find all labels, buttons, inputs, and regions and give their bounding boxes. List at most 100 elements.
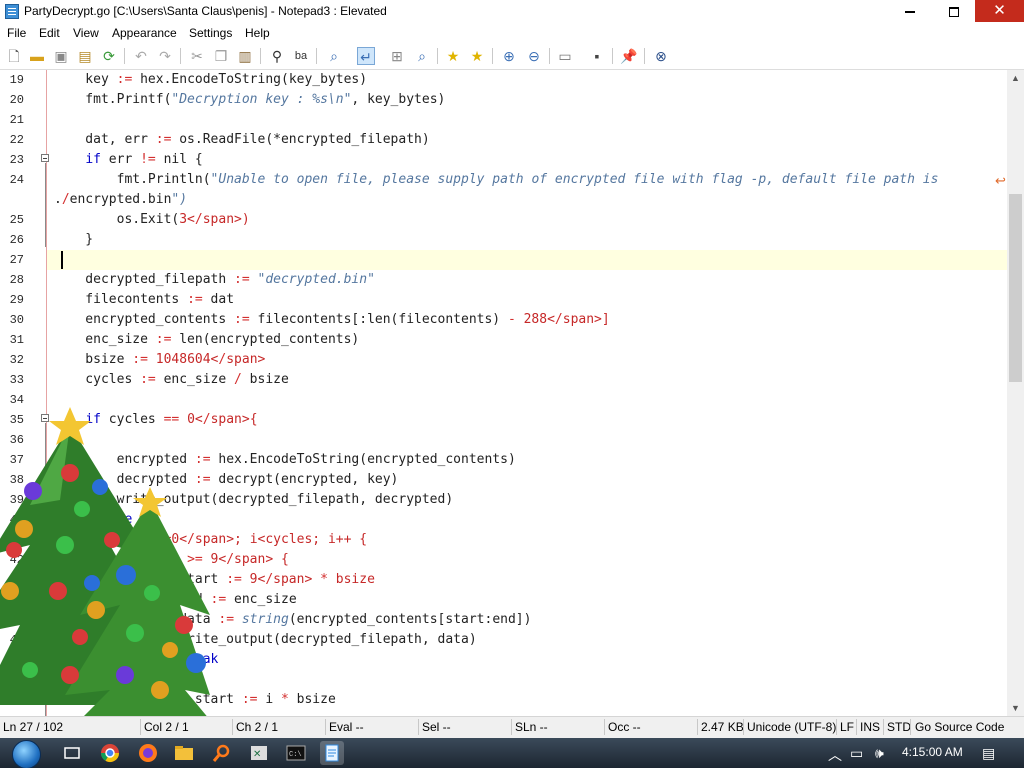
code-editor[interactable]: 19 20 21 22 23 24 25 26 27 28 29 30 31 32 33 34 35 36 37 38… [0, 70, 1007, 716]
show-hidden-icons-icon[interactable]: ︿ [828, 745, 842, 765]
menu-appearance[interactable]: Appearance [112, 26, 177, 40]
close-doc-icon[interactable]: ⊗ [652, 47, 670, 65]
pin-icon[interactable]: 📌 [620, 47, 638, 65]
line-number: 38 [9, 473, 24, 487]
code-line[interactable]: write_output(decrypted_filepath, decrypt… [54, 492, 454, 507]
code-line[interactable]: key := hex.EncodeToString(key_bytes) [54, 72, 367, 87]
code-line[interactable]: break [54, 652, 218, 667]
code-line[interactable]: filecontents := dat [54, 292, 234, 307]
status-eol[interactable]: LF [840, 720, 854, 734]
status-file-size: 2.47 KB [701, 720, 744, 734]
menu-settings[interactable]: Settings [189, 26, 232, 40]
zoom-fit-icon[interactable]: ⊞ [388, 47, 406, 65]
code-line[interactable]: } [54, 232, 93, 247]
code-line[interactable]: fmt.Printf("Decryption key : %s\n", key_… [54, 92, 445, 107]
paste-icon[interactable]: ▥ [236, 47, 254, 65]
code-line[interactable]: dat, err := os.ReadFile(*encrypted_filep… [54, 132, 429, 147]
chrome-icon[interactable] [98, 741, 122, 765]
notepad3-icon[interactable] [320, 741, 344, 765]
code-line[interactable]: ./encrypted.bin") [54, 192, 187, 207]
scroll-down-icon[interactable]: ▼ [1007, 700, 1024, 716]
status-column[interactable]: Col 2 / 1 [144, 720, 189, 734]
status-std[interactable]: STD [887, 720, 911, 734]
code-line[interactable]: bsize := 1048604</span> [54, 352, 265, 367]
status-selected-lines[interactable]: SLn -- [515, 720, 548, 734]
search-icon[interactable] [210, 741, 234, 765]
close-button[interactable]: ✕ [975, 0, 1024, 22]
code-line[interactable]: encrypted_contents := filecontents[:len(… [54, 312, 609, 327]
console-icon[interactable]: C:\ [284, 741, 308, 765]
menu-edit[interactable]: Edit [39, 26, 60, 40]
excel-icon[interactable]: ✕ [247, 741, 271, 765]
firefox-icon[interactable] [136, 741, 160, 765]
code-line[interactable]: } else { [54, 512, 148, 527]
code-line[interactable]: block_start := i * bsize [54, 692, 336, 707]
vertical-scrollbar[interactable]: ▲ ▼ [1007, 70, 1024, 716]
code-line[interactable]: if cycles == 0</span>{ [54, 412, 257, 427]
start-button[interactable] [12, 740, 41, 768]
code-line[interactable]: start := 9</span> * bsize [54, 572, 375, 587]
notepad3-app-icon[interactable] [5, 4, 19, 19]
status-occurrences[interactable]: Occ -- [608, 720, 641, 734]
zoom-icon[interactable]: ⌕ [413, 47, 431, 65]
line-number: 41 [9, 533, 24, 547]
status-lexer[interactable]: Go Source Code [915, 720, 1004, 734]
scrollbar-thumb[interactable] [1009, 194, 1022, 382]
taskbar-clock[interactable]: 4:15:00 AM [902, 745, 963, 759]
status-encoding[interactable]: Unicode (UTF-8) [747, 720, 836, 734]
code-line[interactable]: end := enc_size [54, 592, 296, 607]
replace-icon[interactable]: ba [292, 47, 310, 65]
maximize-button[interactable] [931, 0, 977, 22]
scroll-up-icon[interactable]: ▲ [1007, 70, 1024, 86]
add-favorite-icon[interactable]: ★ [468, 47, 486, 65]
cut-icon[interactable]: ✂ [188, 47, 206, 65]
task-view-icon[interactable] [60, 741, 84, 765]
word-wrap-icon[interactable]: ↵ [357, 47, 375, 65]
undo-icon[interactable]: ↶ [132, 47, 150, 65]
new-icon[interactable]: 🗋 [5, 47, 23, 65]
page-setup-icon[interactable]: ▭ [556, 47, 574, 65]
code-line[interactable]: encrypted := hex.EncodeToString(encrypte… [54, 452, 516, 467]
copy-icon[interactable]: ❐ [212, 47, 230, 65]
save-as-icon[interactable]: ▤ [76, 47, 94, 65]
status-ins[interactable]: INS [860, 720, 880, 734]
find-icon[interactable]: ⚲ [268, 47, 286, 65]
find-in-files-icon[interactable]: ⌕ [325, 47, 343, 65]
menu-view[interactable]: View [73, 26, 99, 40]
status-selection[interactable]: Sel -- [422, 720, 451, 734]
status-char[interactable]: Ch 2 / 1 [236, 720, 278, 734]
code-line[interactable]: fmt.Println("Unable to open file, please… [54, 172, 939, 187]
fold-toggle[interactable] [41, 154, 49, 162]
open-icon[interactable]: ▬ [28, 47, 46, 65]
code-line[interactable]: } [54, 672, 156, 687]
status-eval[interactable]: Eval -- [329, 720, 364, 734]
code-line[interactable]: if i >= 9</span> { [54, 552, 289, 567]
reload-icon[interactable]: ⟳ [100, 47, 118, 65]
code-line[interactable]: if err != nil { [54, 152, 202, 167]
current-line-highlight [47, 250, 1007, 270]
favorites-icon[interactable]: ★ [444, 47, 462, 65]
zoom-in-icon[interactable]: ⊕ [500, 47, 518, 65]
network-icon[interactable]: ▭ [850, 745, 863, 762]
code-line[interactable]: cycles := enc_size / bsize [54, 372, 289, 387]
minimize-button[interactable] [887, 0, 933, 22]
line-number: 48 [9, 673, 24, 687]
volume-icon[interactable]: 🕪 [875, 745, 884, 762]
file-explorer-icon[interactable] [172, 741, 196, 765]
menu-help[interactable]: Help [245, 26, 270, 40]
action-center-icon[interactable]: ▤ [982, 745, 995, 762]
code-line[interactable]: for i:=0</span>; i<cycles; i++ { [54, 532, 367, 547]
code-line[interactable]: enc_size := len(encrypted_contents) [54, 332, 359, 347]
code-line[interactable]: decrypted := decrypt(encrypted, key) [54, 472, 399, 487]
save-icon[interactable]: ▣ [52, 47, 70, 65]
code-line[interactable]: os.Exit(3</span>) [54, 212, 250, 227]
menu-file[interactable]: File [7, 26, 26, 40]
redo-icon[interactable]: ↷ [156, 47, 174, 65]
zoom-out-icon[interactable]: ⊖ [525, 47, 543, 65]
print-icon[interactable]: ▪ [588, 47, 606, 65]
code-line[interactable]: data := string(encrypted_contents[start:… [54, 612, 531, 627]
code-line[interactable]: decrypted_filepath := "decrypted.bin" [54, 272, 375, 287]
code-line[interactable]: write_output(decrypted_filepath, data) [54, 632, 476, 647]
fold-toggle[interactable] [41, 414, 49, 422]
status-line[interactable]: Ln 27 / 102 [3, 720, 63, 734]
